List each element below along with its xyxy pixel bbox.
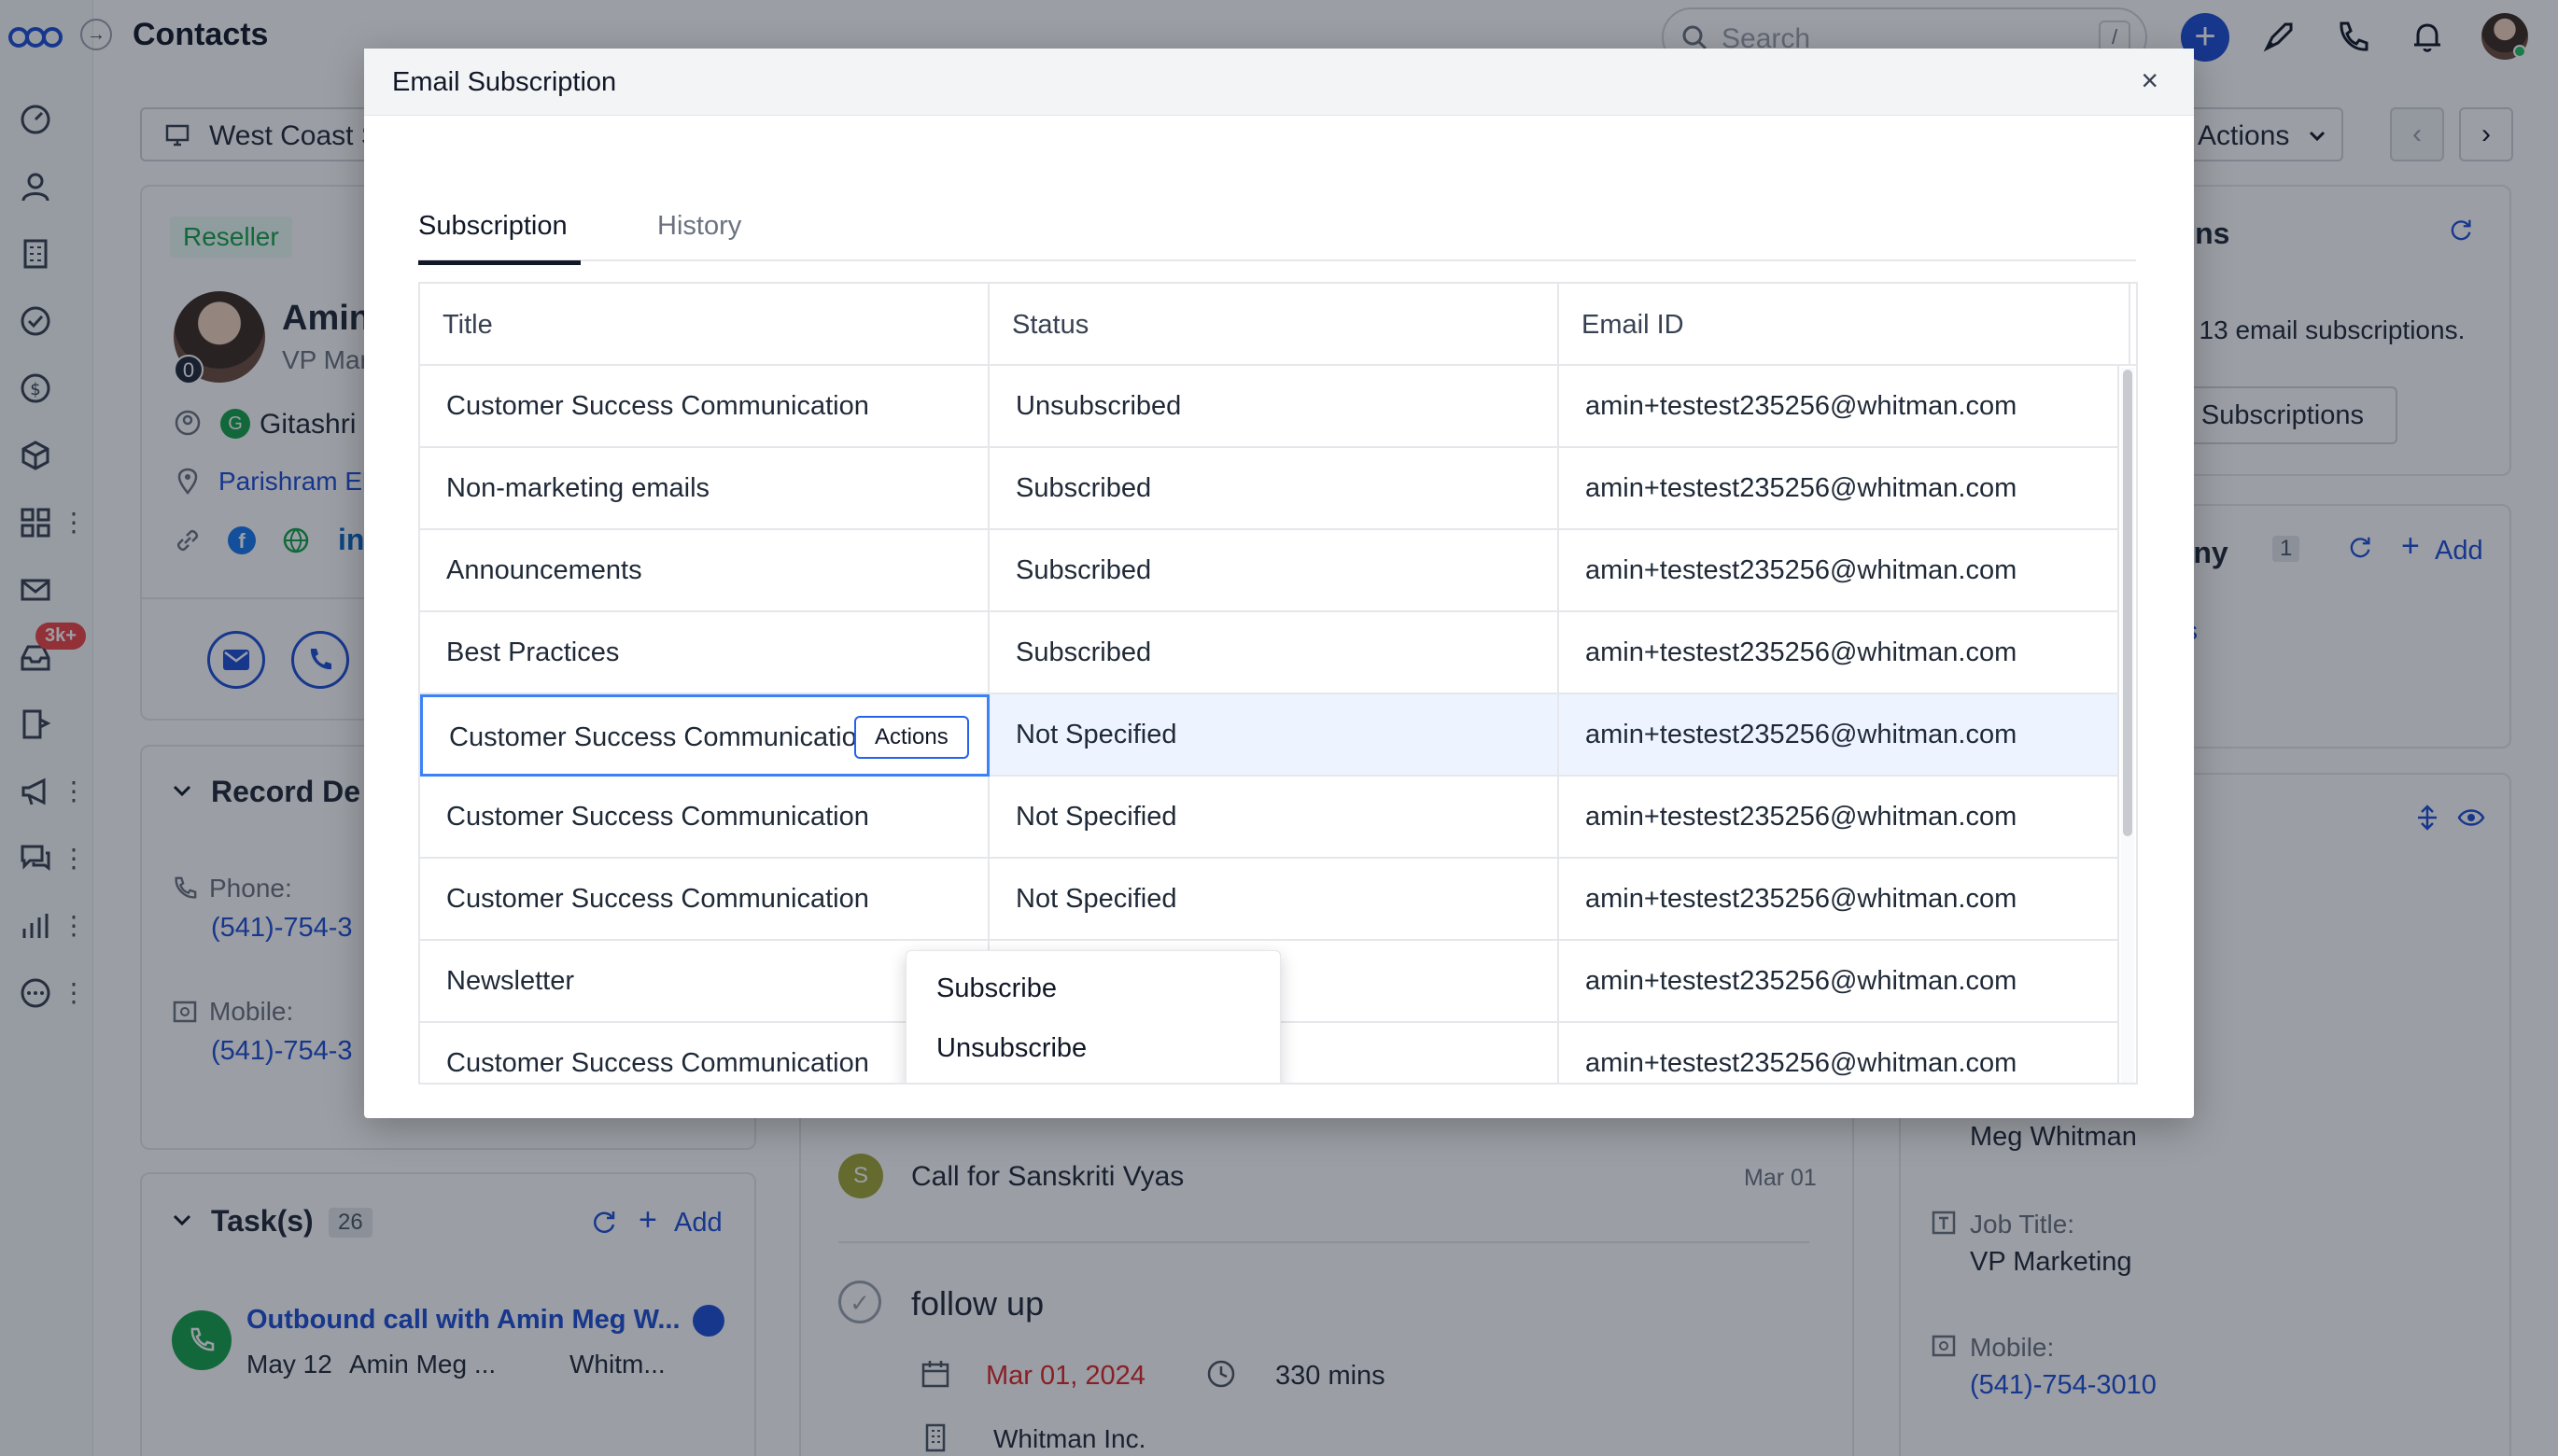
cell-title[interactable]: Announcements [420, 530, 990, 612]
cell-title[interactable]: Best Practices [420, 612, 990, 694]
table-row[interactable]: Customer Success Communication Not Speci… [420, 859, 2119, 941]
menu-item-unsubscribe[interactable]: Unsubscribe [936, 1033, 1087, 1064]
cell-status[interactable]: Subscribed [990, 530, 1559, 612]
table-scrollbar-thumb[interactable] [2123, 370, 2132, 836]
cell-email[interactable]: amin+testest235256@whitman.com [1559, 694, 2119, 777]
cell-status[interactable]: Subscribed [990, 448, 1559, 530]
email-subscription-modal: Email Subscription × Subscription Histor… [364, 49, 2194, 1118]
cell-email[interactable]: amin+testest235256@whitman.com [1559, 448, 2119, 530]
subscription-table: Title Status Email ID Customer Success C… [418, 282, 2138, 1085]
cell-status[interactable]: Not Specified [990, 859, 1559, 941]
column-header-title[interactable]: Title [420, 284, 990, 366]
modal-tabs: Subscription History [418, 159, 2136, 265]
table-row[interactable]: Customer Success Communication Unsubscri… [420, 366, 2119, 448]
cell-title[interactable]: Customer Success Communication [420, 859, 990, 941]
cell-email[interactable]: amin+testest235256@whitman.com [1559, 777, 2119, 859]
row-actions-menu: Subscribe Unsubscribe [906, 950, 1281, 1083]
cell-title[interactable]: Customer Success Communication [420, 1023, 990, 1083]
cell-title[interactable]: Newsletter [420, 941, 990, 1023]
cell-email[interactable]: amin+testest235256@whitman.com [1559, 530, 2119, 612]
cell-title[interactable]: Customer Success Communication [420, 366, 990, 448]
cell-title[interactable]: Non-marketing emails [420, 448, 990, 530]
cell-status[interactable]: Not Specified [990, 694, 1559, 777]
cell-status[interactable]: Subscribed [990, 612, 1559, 694]
cell-email[interactable]: amin+testest235256@whitman.com [1559, 1023, 2119, 1083]
cell-email[interactable]: amin+testest235256@whitman.com [1559, 941, 2119, 1023]
table-header: Title Status Email ID [420, 284, 2136, 366]
modal-header: Email Subscription × [364, 49, 2194, 116]
table-row[interactable]: Non-marketing emails Subscribed amin+tes… [420, 448, 2119, 530]
table-row[interactable]: Customer Success Communication Not Speci… [420, 777, 2119, 859]
table-row[interactable]: Best Practices Subscribed amin+testest23… [420, 612, 2119, 694]
tab-history[interactable]: History [657, 211, 741, 242]
cell-title-text: Customer Success Communication [449, 722, 872, 752]
cell-status[interactable]: Not Specified [990, 777, 1559, 859]
cell-title[interactable]: Customer Success Communication [420, 777, 990, 859]
column-header-email[interactable]: Email ID [1559, 284, 2130, 366]
row-actions-button[interactable]: Actions [854, 716, 969, 759]
modal-title: Email Subscription [392, 67, 617, 97]
cell-title[interactable]: Customer Success Communication Actions [420, 694, 990, 777]
cell-email[interactable]: amin+testest235256@whitman.com [1559, 366, 2119, 448]
close-icon[interactable]: × [2141, 65, 2158, 95]
cell-status[interactable]: Unsubscribed [990, 366, 1559, 448]
cell-email[interactable]: amin+testest235256@whitman.com [1559, 859, 2119, 941]
table-row[interactable]: Announcements Subscribed amin+testest235… [420, 530, 2119, 612]
tab-subscription[interactable]: Subscription [418, 211, 581, 265]
cell-email[interactable]: amin+testest235256@whitman.com [1559, 612, 2119, 694]
menu-item-subscribe[interactable]: Subscribe [936, 973, 1057, 1004]
table-row-selected[interactable]: Customer Success Communication Actions N… [420, 694, 2119, 777]
column-header-status[interactable]: Status [990, 284, 1559, 366]
